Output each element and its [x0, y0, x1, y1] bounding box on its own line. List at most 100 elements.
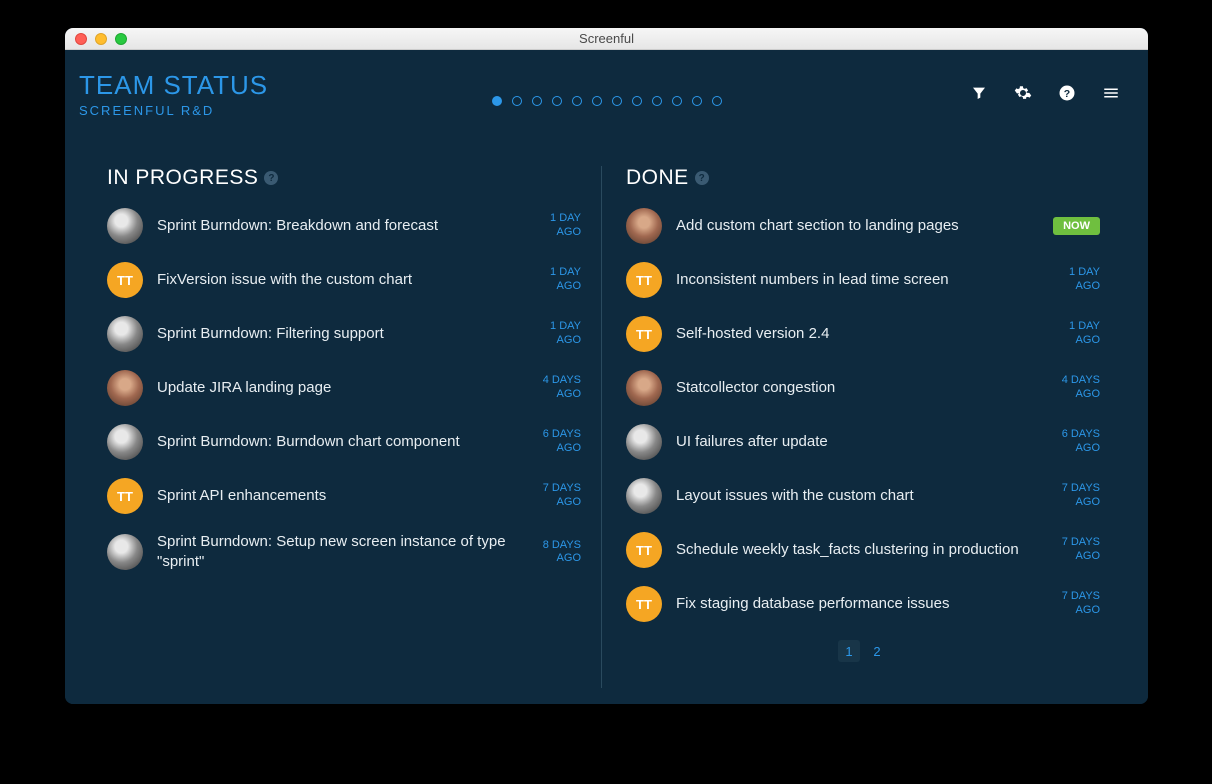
avatar — [107, 424, 143, 460]
task-title: Inconsistent numbers in lead time screen — [676, 270, 1036, 290]
page-dot[interactable] — [592, 96, 602, 106]
task-title: Add custom chart section to landing page… — [676, 216, 1039, 236]
task-title: UI failures after update — [676, 432, 1036, 452]
avatar — [626, 370, 662, 406]
task-title: Fix staging database performance issues — [676, 594, 1036, 614]
task-title: Sprint Burndown: Burndown chart componen… — [157, 432, 517, 452]
task-time: 7 DAYSAGO — [1050, 536, 1100, 564]
task-row[interactable]: Layout issues with the custom chart 7 DAY… — [626, 478, 1100, 514]
menu-icon[interactable] — [1102, 84, 1120, 102]
gear-icon[interactable] — [1014, 84, 1032, 102]
avatar: TT — [626, 262, 662, 298]
avatar — [626, 424, 662, 460]
task-row[interactable]: TT Inconsistent numbers in lead time scre… — [626, 262, 1100, 298]
app-body: TEAM STATUS SCREENFUL R&D ? — [65, 50, 1148, 704]
page-title: TEAM STATUS — [79, 70, 268, 101]
filter-icon[interactable] — [970, 84, 988, 102]
page-dot[interactable] — [532, 96, 542, 106]
task-title: Sprint Burndown: Breakdown and forecast — [157, 216, 517, 236]
task-title: Update JIRA landing page — [157, 378, 517, 398]
page-dot[interactable] — [632, 96, 642, 106]
task-title: Self-hosted version 2.4 — [676, 324, 1036, 344]
header-toolbar: ? — [970, 84, 1120, 102]
task-time: 1 DAYAGO — [531, 212, 581, 240]
avatar — [107, 534, 143, 570]
avatar: TT — [626, 316, 662, 352]
task-row[interactable]: TT Fix staging database performance issue… — [626, 586, 1100, 622]
task-time: 8 DAYSAGO — [531, 539, 581, 567]
page-dot[interactable] — [652, 96, 662, 106]
app-window: Screenful TEAM STATUS SCREENFUL R&D ? — [65, 28, 1148, 704]
task-list-done: Add custom chart section to landing page… — [626, 208, 1100, 622]
task-row[interactable]: Sprint Burndown: Setup new screen instan… — [107, 532, 581, 573]
columns: IN PROGRESS ? Sprint Burndown: Breakdown… — [79, 166, 1120, 688]
help-icon[interactable]: ? — [1058, 84, 1076, 102]
task-title: Sprint Burndown: Setup new screen instan… — [157, 532, 517, 573]
task-time: 4 DAYSAGO — [1050, 374, 1100, 402]
column-in-progress: IN PROGRESS ? Sprint Burndown: Breakdown… — [79, 166, 601, 688]
task-title: Statcollector congestion — [676, 378, 1036, 398]
avatar: TT — [107, 262, 143, 298]
avatar: TT — [107, 478, 143, 514]
pager: 12 — [626, 640, 1100, 662]
task-row[interactable]: TT Schedule weekly task_facts clustering … — [626, 532, 1100, 568]
task-row[interactable]: Update JIRA landing page 4 DAYSAGO — [107, 370, 581, 406]
task-time: 1 DAYAGO — [531, 266, 581, 294]
header-left: TEAM STATUS SCREENFUL R&D — [79, 70, 268, 118]
avatar — [107, 208, 143, 244]
now-badge: NOW — [1053, 217, 1100, 235]
avatar — [626, 208, 662, 244]
task-row[interactable]: Sprint Burndown: Breakdown and forecast 1… — [107, 208, 581, 244]
page-dot[interactable] — [492, 96, 502, 106]
task-row[interactable]: Sprint Burndown: Filtering support 1 DAYA… — [107, 316, 581, 352]
column-title: IN PROGRESS — [107, 166, 258, 190]
help-badge-icon[interactable]: ? — [264, 171, 278, 185]
task-row[interactable]: TT Sprint API enhancements 7 DAYSAGO — [107, 478, 581, 514]
help-badge-icon[interactable]: ? — [695, 171, 709, 185]
column-title: DONE — [626, 166, 689, 190]
page-dot[interactable] — [672, 96, 682, 106]
task-time: 7 DAYSAGO — [531, 482, 581, 510]
page-dot[interactable] — [712, 96, 722, 106]
titlebar: Screenful — [65, 28, 1148, 50]
page-button[interactable]: 1 — [838, 640, 860, 662]
task-row[interactable]: Sprint Burndown: Burndown chart componen… — [107, 424, 581, 460]
column-title-row: DONE ? — [626, 166, 1100, 190]
avatar: TT — [626, 586, 662, 622]
task-title: Schedule weekly task_facts clustering in… — [676, 540, 1036, 560]
task-row[interactable]: TT FixVersion issue with the custom chart… — [107, 262, 581, 298]
task-time: 1 DAYAGO — [531, 320, 581, 348]
header: TEAM STATUS SCREENFUL R&D ? — [79, 70, 1120, 118]
task-time: 1 DAYAGO — [1050, 266, 1100, 294]
avatar — [107, 370, 143, 406]
window-title: Screenful — [65, 31, 1148, 46]
column-done: DONE ? Add custom chart section to landi… — [601, 166, 1120, 688]
task-title: Sprint API enhancements — [157, 486, 517, 506]
task-time: 6 DAYSAGO — [1050, 428, 1100, 456]
page-dot[interactable] — [692, 96, 702, 106]
page-button[interactable]: 2 — [866, 640, 888, 662]
task-title: Layout issues with the custom chart — [676, 486, 1036, 506]
page-subtitle: SCREENFUL R&D — [79, 103, 268, 118]
task-title: Sprint Burndown: Filtering support — [157, 324, 517, 344]
task-time: 4 DAYSAGO — [531, 374, 581, 402]
page-dot[interactable] — [572, 96, 582, 106]
task-row[interactable]: Statcollector congestion 4 DAYSAGO — [626, 370, 1100, 406]
page-dot[interactable] — [512, 96, 522, 106]
svg-text:?: ? — [1064, 88, 1070, 100]
task-row[interactable]: Add custom chart section to landing page… — [626, 208, 1100, 244]
avatar: TT — [626, 532, 662, 568]
task-time: 6 DAYSAGO — [531, 428, 581, 456]
avatar — [107, 316, 143, 352]
page-dots — [492, 96, 722, 106]
task-time: 7 DAYSAGO — [1050, 590, 1100, 618]
column-title-row: IN PROGRESS ? — [107, 166, 581, 190]
task-time: 1 DAYAGO — [1050, 320, 1100, 348]
task-list-in-progress: Sprint Burndown: Breakdown and forecast 1… — [107, 208, 581, 573]
task-row[interactable]: UI failures after update 6 DAYSAGO — [626, 424, 1100, 460]
task-title: FixVersion issue with the custom chart — [157, 270, 517, 290]
page-dot[interactable] — [612, 96, 622, 106]
task-time: 7 DAYSAGO — [1050, 482, 1100, 510]
task-row[interactable]: TT Self-hosted version 2.4 1 DAYAGO — [626, 316, 1100, 352]
page-dot[interactable] — [552, 96, 562, 106]
